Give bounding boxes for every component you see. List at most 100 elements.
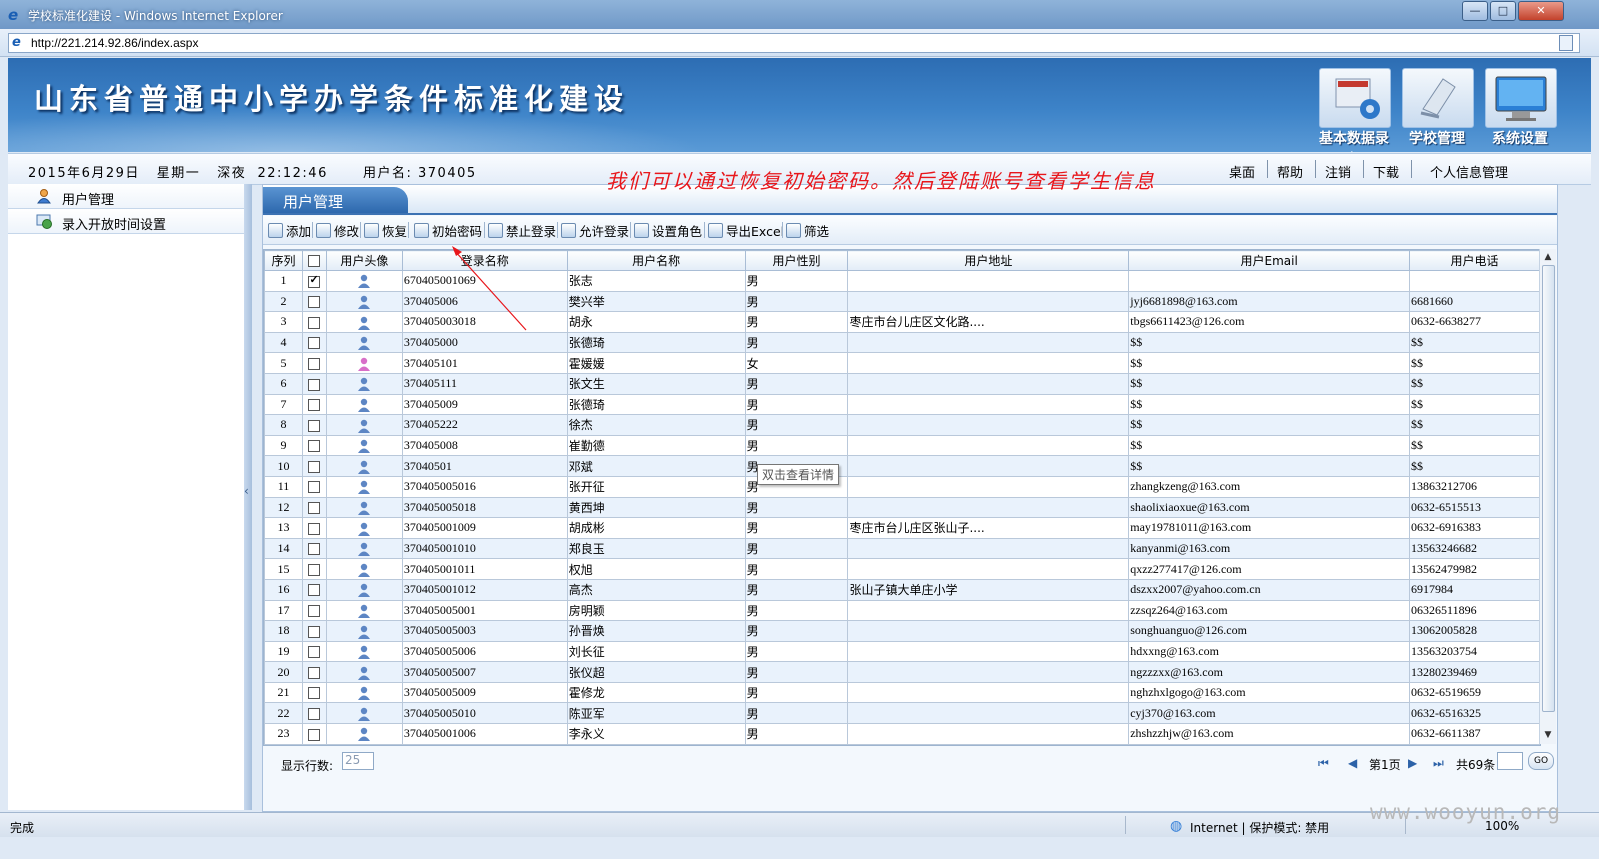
panel-splitter[interactable]: ‹: [244, 184, 252, 810]
scroll-thumb[interactable]: [1542, 265, 1555, 712]
compat-view-icon[interactable]: [1559, 35, 1573, 51]
tab-user-manage[interactable]: 用户管理: [263, 187, 408, 213]
row-checkbox[interactable]: [308, 646, 321, 659]
col-header-index[interactable]: 序列: [264, 250, 303, 271]
module-data-entry[interactable]: 基本数据录入: [1315, 68, 1393, 152]
grid-scrollbar[interactable]: ▲ ▼: [1539, 249, 1556, 744]
disable-login-button[interactable]: 禁止登录: [488, 221, 556, 239]
col-header-select[interactable]: [301, 250, 327, 271]
address-field[interactable]: e http://221.214.92.86/index.aspx: [8, 33, 1580, 53]
add-button[interactable]: 添加: [268, 221, 311, 239]
disable-login-icon: [488, 223, 503, 238]
collapse-arrow-icon[interactable]: ‹: [244, 484, 252, 498]
rows-per-page-input[interactable]: 25: [342, 752, 374, 770]
first-page-icon[interactable]: ⏮: [1318, 756, 1329, 771]
row-checkbox[interactable]: [308, 419, 321, 432]
init-password-button[interactable]: 初始密码: [414, 221, 482, 239]
table-row[interactable]: 13 370405001009 胡成彬男枣庄市台儿庄区张山子.... may19781…: [264, 517, 1540, 539]
filter-button[interactable]: 筛选: [786, 221, 829, 239]
row-checkbox[interactable]: [308, 728, 321, 741]
table-row[interactable]: 10 37040501 邓斌男 $$ $$: [264, 455, 1540, 477]
enable-login-button[interactable]: 允许登录: [561, 221, 629, 239]
scroll-up-icon[interactable]: ▲: [1540, 249, 1556, 265]
row-checkbox[interactable]: [308, 666, 321, 679]
next-page-icon[interactable]: ▶: [1408, 756, 1417, 770]
prev-page-icon[interactable]: ◀: [1348, 756, 1357, 770]
row-checkbox[interactable]: [308, 543, 321, 556]
nav-item-user-manage[interactable]: 用户管理: [8, 184, 245, 209]
row-select-cell: [301, 372, 327, 395]
minimize-button[interactable]: —: [1462, 1, 1488, 21]
row-checkbox[interactable]: [308, 378, 321, 391]
male-avatar-icon: [358, 501, 371, 515]
row-checkbox[interactable]: [308, 563, 321, 576]
last-page-icon[interactable]: ⏭: [1433, 756, 1444, 771]
module-school-manage[interactable]: 学校管理: [1398, 68, 1476, 150]
col-header-name[interactable]: 用户名称: [566, 250, 746, 271]
table-row[interactable]: 16 370405001012 高杰男张山子镇大单庄小学 dszxx2007@yaho…: [264, 578, 1540, 601]
table-row[interactable]: 15 370405001011 权旭男 qxzz277417@126.com 13562…: [264, 558, 1540, 580]
button-label: 设置角色: [652, 224, 703, 239]
table-row[interactable]: 18 370405005003 孙晋焕男 songhuanguo@126.com 130…: [264, 620, 1540, 642]
row-checkbox[interactable]: [308, 481, 321, 494]
link-profile[interactable]: 个人信息管理: [1430, 162, 1508, 181]
nav-item-open-time[interactable]: 录入开放时间设置: [8, 209, 245, 234]
row-checkbox[interactable]: [308, 708, 321, 721]
lock-icon: [414, 223, 429, 238]
clock-settings-icon: [36, 213, 52, 229]
link-download[interactable]: 下载: [1373, 162, 1399, 181]
username: 用户名: 370405: [363, 166, 477, 181]
col-header-sex[interactable]: 用户性别: [744, 250, 849, 271]
row-checkbox[interactable]: [308, 399, 321, 412]
go-button[interactable]: GO: [1528, 752, 1554, 770]
close-button[interactable]: ✕: [1518, 1, 1564, 21]
col-header-avatar[interactable]: 用户头像: [325, 250, 403, 271]
maximize-button[interactable]: □: [1490, 1, 1516, 21]
cell-addr: [847, 681, 1130, 704]
table-row[interactable]: 6 370405111 张文生男 $$ $$: [264, 372, 1540, 395]
scroll-down-icon[interactable]: ▼: [1540, 727, 1556, 743]
page-number-input[interactable]: [1497, 752, 1523, 770]
table-row[interactable]: 11 370405005016 张开征男 zhangkzeng@163.com 1386…: [264, 475, 1540, 498]
link-desktop[interactable]: 桌面: [1229, 162, 1255, 181]
row-checkbox[interactable]: [308, 522, 321, 535]
table-row[interactable]: 19 370405005006 刘长征男 hdxxng@163.com 13563203…: [264, 640, 1540, 663]
link-logout[interactable]: 注销: [1325, 162, 1351, 181]
table-row[interactable]: 9 370405008 崔勤德男 $$ $$: [264, 434, 1540, 457]
link-help[interactable]: 帮助: [1277, 162, 1303, 181]
table-row[interactable]: 22 370405005010 陈亚军男 cyj370@163.com 0632-651…: [264, 702, 1540, 725]
table-row[interactable]: 12 370405005018 黄西坤男 shaolixiaoxue@163.com 0…: [264, 496, 1540, 519]
table-row[interactable]: 5 370405101 霍媛媛女 $$ $$: [264, 352, 1540, 374]
set-role-button[interactable]: 设置角色: [634, 221, 702, 239]
col-header-phone[interactable]: 用户电话: [1409, 250, 1540, 271]
total-count: 共69条: [1456, 758, 1496, 772]
row-checkbox[interactable]: [308, 460, 321, 473]
row-checkbox[interactable]: [308, 584, 321, 597]
col-header-email[interactable]: 用户Email: [1128, 250, 1411, 271]
select-all-checkbox[interactable]: [308, 255, 321, 267]
row-checkbox[interactable]: [308, 625, 321, 638]
row-checkbox[interactable]: [308, 316, 321, 329]
export-excel-button[interactable]: 导出Excel: [708, 221, 784, 239]
cell-login: 370405008: [401, 434, 568, 457]
restore-button[interactable]: 恢复: [364, 221, 407, 239]
module-system-settings[interactable]: 系统设置: [1481, 68, 1559, 150]
table-row[interactable]: 8 370405222 徐杰男 $$ $$: [264, 414, 1540, 436]
row-checkbox[interactable]: [308, 440, 321, 453]
row-checkbox[interactable]: [308, 502, 321, 515]
table-row[interactable]: 7 370405009 张德琦男 $$ $$: [264, 393, 1540, 416]
row-checkbox[interactable]: [308, 687, 321, 700]
row-checkbox[interactable]: [308, 273, 321, 288]
table-row[interactable]: 20 370405005007 张仪超男 ngzzzxx@163.com 1328023…: [264, 661, 1540, 683]
table-row[interactable]: 23 370405001006 李永义男 zhshzzhjw@163.com 0632-…: [264, 723, 1540, 745]
row-checkbox[interactable]: [308, 296, 321, 309]
table-row[interactable]: 14 370405001010 郑良玉男 kanyanmi@163.com 135632…: [264, 537, 1540, 560]
row-checkbox[interactable]: [308, 337, 321, 350]
edit-button[interactable]: 修改: [316, 221, 359, 239]
cell-addr: [847, 723, 1130, 745]
table-row[interactable]: 21 370405005009 霍修龙男 nghzhxlgogo@163.com 063…: [264, 681, 1540, 704]
row-checkbox[interactable]: [308, 357, 321, 370]
col-header-address[interactable]: 用户地址: [847, 250, 1130, 271]
table-row[interactable]: 17 370405005001 房明颖男 zzsqz264@163.com 063265…: [264, 599, 1540, 622]
row-checkbox[interactable]: [308, 605, 321, 618]
